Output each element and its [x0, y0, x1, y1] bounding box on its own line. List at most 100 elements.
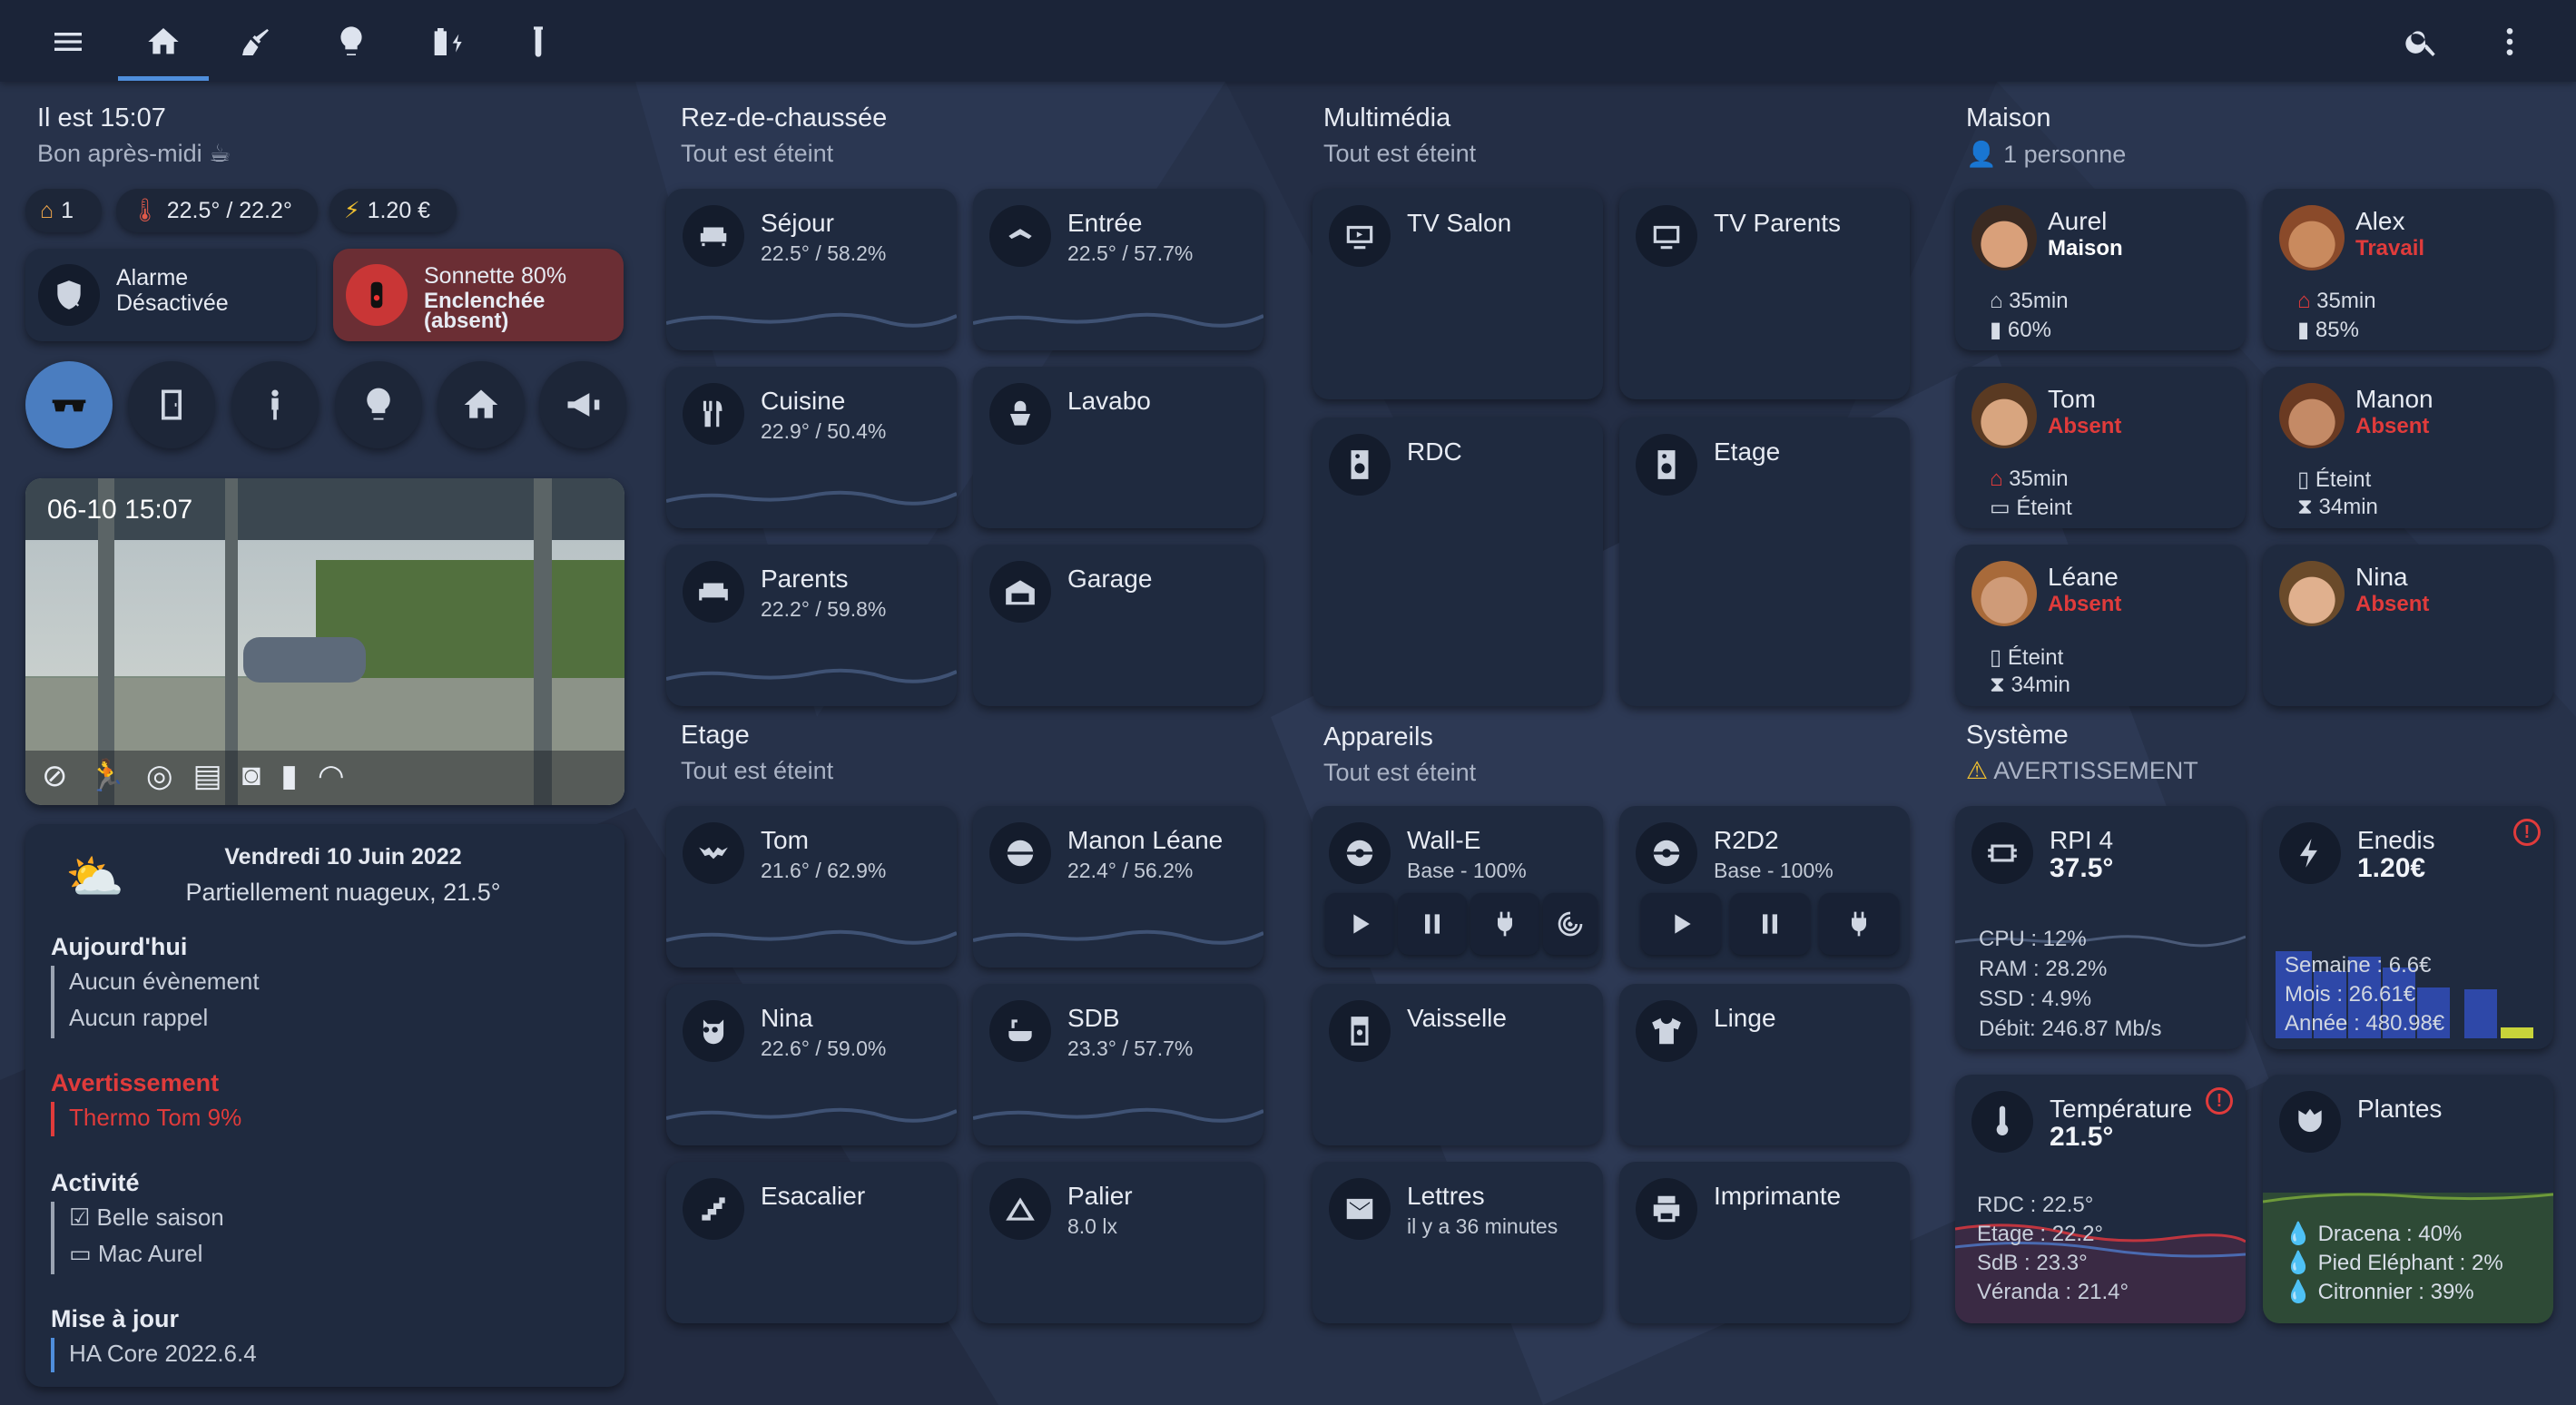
ssd-stat: SSD : 4.9%	[1979, 987, 2092, 1011]
flask-icon[interactable]	[511, 15, 565, 69]
person-card-tom[interactable]: Tom Absent ⌂ 35min ▭ Éteint	[1955, 367, 2246, 528]
room-card-esacalier[interactable]: Esacalier	[666, 1162, 957, 1323]
home-icon: ⌂	[40, 197, 54, 223]
flower-icon	[2279, 1091, 2341, 1153]
speaker-etage-card[interactable]: Etage	[1619, 418, 1910, 706]
linge-card[interactable]: Linge	[1619, 984, 1910, 1145]
water-drop-icon: 💧	[2285, 1222, 2312, 1246]
manon-leane-icon	[989, 822, 1051, 884]
megaphone-button[interactable]	[539, 361, 626, 448]
room-card-lavabo[interactable]: Lavabo	[973, 367, 1263, 528]
weather-summary: Partiellement nuageux, 21.5°	[185, 879, 501, 906]
imprimante-card[interactable]: Imprimante	[1619, 1162, 1910, 1323]
person-line-2: ▮ 60%	[1990, 318, 2051, 342]
camera-off-icon[interactable]: ⊘	[42, 758, 68, 794]
search-icon[interactable]	[2394, 15, 2449, 69]
wall-e-card[interactable]: Wall-E Base - 100%	[1313, 806, 1603, 968]
robot-vacuum-icon	[1636, 822, 1697, 884]
enedis-card[interactable]: Enedis 1.20€ ! Semaine : 6.6€ Mois : 26.…	[2263, 806, 2553, 1049]
pause-button[interactable]	[1730, 893, 1810, 955]
monitor-icon: ▭	[69, 1240, 92, 1267]
warning-icon: ⚠	[1966, 757, 1989, 784]
debit-stat: Débit: 246.87 Mb/s	[1979, 1017, 2162, 1041]
play-button[interactable]	[1641, 893, 1721, 955]
room-card-sejour[interactable]: Séjour 22.5° / 58.2%	[666, 189, 957, 350]
doorbell-camera-feed[interactable]: 06-10 15:07 ⊘ 🏃 ◎ ▤ ◙ ▮ ◠	[25, 478, 624, 805]
energy-chip[interactable]: ⚡ 1.20 €	[329, 189, 457, 232]
systeme-subtitle: ⚠ AVERTISSEMENT	[1966, 757, 2198, 784]
sunglasses-mode-button[interactable]	[25, 361, 113, 448]
update-heading: Mise à jour	[51, 1305, 180, 1332]
vaisselle-card[interactable]: Vaisselle	[1313, 984, 1603, 1145]
garage-icon	[989, 561, 1051, 623]
room-card-garage[interactable]: Garage	[973, 545, 1263, 706]
dock-button[interactable]	[1470, 893, 1539, 955]
plantes-card[interactable]: Plantes 💧 Dracena : 40% 💧 Pied Eléphant …	[2263, 1075, 2553, 1323]
update-item: HA Core 2022.6.4	[69, 1340, 257, 1367]
avatar	[2279, 561, 2345, 626]
person-card-manon[interactable]: Manon Absent ▯ Éteint ⧗ 34min	[2263, 367, 2553, 528]
person-button[interactable]	[231, 361, 319, 448]
status-icon: ⌂	[2297, 289, 2311, 313]
temp-rdc: RDC : 22.5°	[1977, 1193, 2094, 1217]
locate-button[interactable]	[1543, 893, 1598, 955]
camera-icon[interactable]: ◙	[242, 758, 261, 794]
room-card-parents[interactable]: Parents 22.2° / 59.8%	[666, 545, 957, 706]
alarm-card[interactable]: Alarme Désactivée	[25, 249, 316, 341]
temperature-card[interactable]: Température 21.5° ! RDC : 22.5° Etage : …	[1955, 1075, 2246, 1323]
wifi-icon[interactable]: ◠	[318, 758, 345, 794]
person-card-nina[interactable]: Nina Absent	[2263, 545, 2553, 706]
room-sparkline	[666, 1107, 957, 1123]
home-count-chip[interactable]: ⌂ 1	[25, 189, 102, 232]
plantes-sparkline	[2263, 1193, 2553, 1204]
multimedia-subtitle: Tout est éteint	[1323, 140, 1477, 167]
door-button[interactable]	[128, 361, 215, 448]
light-bulb-button[interactable]	[335, 361, 422, 448]
room-card-cuisine[interactable]: Cuisine 22.9° / 50.4%	[666, 367, 957, 528]
home-button[interactable]	[438, 361, 525, 448]
rdc-title: Rez-de-chaussée	[681, 103, 888, 133]
home-icon[interactable]	[136, 15, 191, 69]
speaker-rdc-card[interactable]: RDC	[1313, 418, 1603, 706]
battery-charging-icon[interactable]	[419, 15, 474, 69]
room-card-tom[interactable]: Tom 21.6° / 62.9%	[666, 806, 957, 968]
chip-icon	[1971, 822, 2033, 884]
lightbulb-icon[interactable]	[324, 15, 379, 69]
battery-icon[interactable]: ▮	[280, 758, 298, 794]
play-button[interactable]	[1325, 893, 1394, 955]
tv-parents-card[interactable]: TV Parents	[1619, 189, 1910, 399]
lightning-icon: ⚡	[344, 198, 360, 223]
doorbell-card[interactable]: Sonnette 80% Enclenchée (absent)	[333, 249, 624, 341]
today-heading: Aujourd'hui	[51, 933, 188, 960]
broom-icon[interactable]	[229, 15, 283, 69]
menu-icon[interactable]	[41, 15, 95, 69]
camera-timestamp: 06-10 15:07	[47, 495, 193, 525]
status-icon: ▯	[1990, 645, 2002, 670]
rpi-card[interactable]: RPI 4 37.5° CPU : 12% RAM : 28.2% SSD : …	[1955, 806, 2246, 1049]
r2d2-card[interactable]: R2D2 Base - 100%	[1619, 806, 1910, 968]
motion-icon[interactable]: 🏃	[88, 758, 126, 794]
activity-belle-saison: ☑ Belle saison	[69, 1204, 224, 1231]
lettres-card[interactable]: Lettres il y a 36 minutes	[1313, 1162, 1603, 1323]
room-sparkline	[973, 312, 1263, 328]
temperature-chip[interactable]: 🌡 22.5° / 22.2°	[116, 189, 318, 232]
room-card-sdb[interactable]: SDB 23.3° / 57.7%	[973, 984, 1263, 1145]
today-reminders: Aucun rappel	[69, 1004, 209, 1031]
tv-salon-card[interactable]: TV Salon	[1313, 189, 1603, 399]
room-card-manon-leane[interactable]: Manon Léane 22.4° / 56.2%	[973, 806, 1263, 968]
appareils-title: Appareils	[1323, 722, 1433, 752]
calendar-card: ⛅ Vendredi 10 Juin 2022 Partiellement nu…	[25, 824, 624, 1387]
room-card-nina[interactable]: Nina 22.6° / 59.0%	[666, 984, 957, 1145]
person-card-leane[interactable]: Léane Absent ▯ Éteint ⧗ 34min	[1955, 545, 2246, 706]
room-card-palier[interactable]: Palier 8.0 lx	[973, 1162, 1263, 1323]
pause-button[interactable]	[1398, 893, 1467, 955]
more-vert-icon[interactable]	[2483, 15, 2537, 69]
room-card-entree[interactable]: Entrée 22.5° / 57.7%	[973, 189, 1263, 350]
file-icon[interactable]: ▤	[193, 758, 222, 794]
device-icon: ⧗	[2297, 495, 2313, 519]
person-card-aurel[interactable]: Aurel Maison ⌂ 35min ▮ 60%	[1955, 189, 2246, 350]
dock-button[interactable]	[1819, 893, 1899, 955]
sound-icon[interactable]: ◎	[146, 758, 173, 794]
speaker-icon	[1636, 434, 1697, 496]
person-card-alex[interactable]: Alex Travail ⌂ 35min ▮ 85%	[2263, 189, 2553, 350]
